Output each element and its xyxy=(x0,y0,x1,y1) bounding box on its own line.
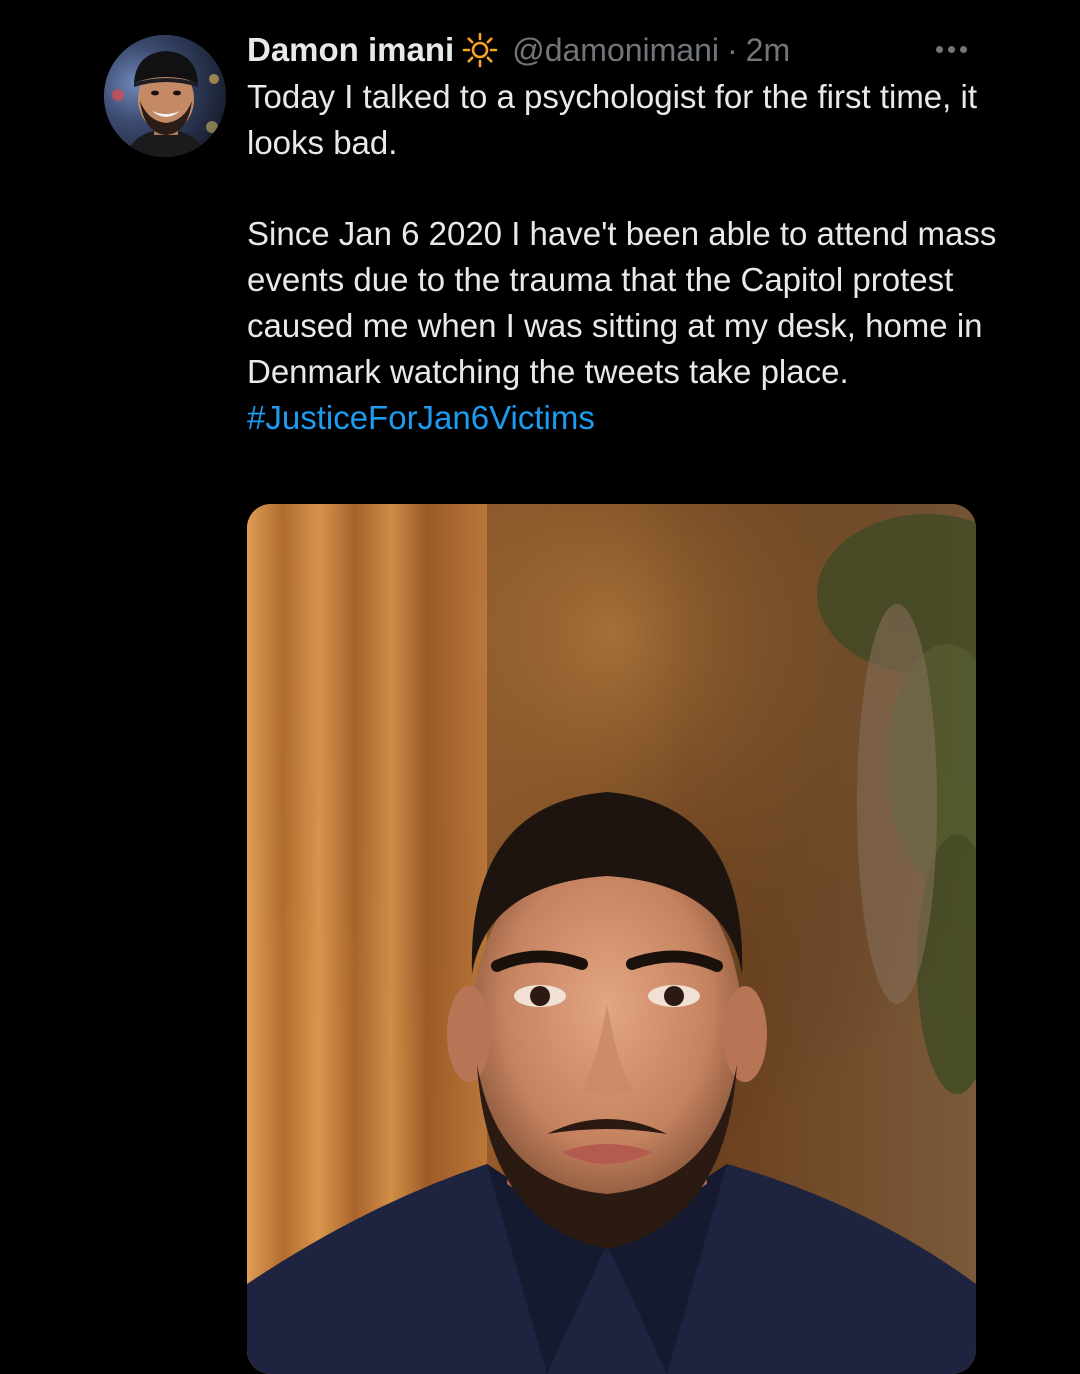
timestamp[interactable]: 2m xyxy=(746,32,790,69)
selfie-photo xyxy=(247,504,976,1374)
tweet-text: Today I talked to a psychologist for the… xyxy=(247,74,1007,440)
sun-icon xyxy=(462,32,498,68)
tweet-header: Damon imani @damonimani · 2m xyxy=(247,28,790,72)
separator-dot: · xyxy=(727,31,738,68)
avatar-image xyxy=(104,35,226,157)
tweet[interactable]: Damon imani @damonimani · 2m Today I tal… xyxy=(0,0,1080,1374)
hashtag-link[interactable]: #JusticeForJan6Victims xyxy=(247,399,595,436)
tweet-text-paragraph-1: Today I talked to a psychologist for the… xyxy=(247,78,977,161)
avatar[interactable] xyxy=(104,35,226,157)
more-horizontal-icon xyxy=(935,45,943,53)
tweet-media-photo[interactable] xyxy=(247,504,976,1374)
tweet-text-paragraph-2: Since Jan 6 2020 I have't been able to a… xyxy=(247,215,997,390)
more-options-button[interactable] xyxy=(928,34,974,64)
user-handle[interactable]: @damonimani xyxy=(512,32,719,69)
display-name[interactable]: Damon imani xyxy=(247,31,454,69)
